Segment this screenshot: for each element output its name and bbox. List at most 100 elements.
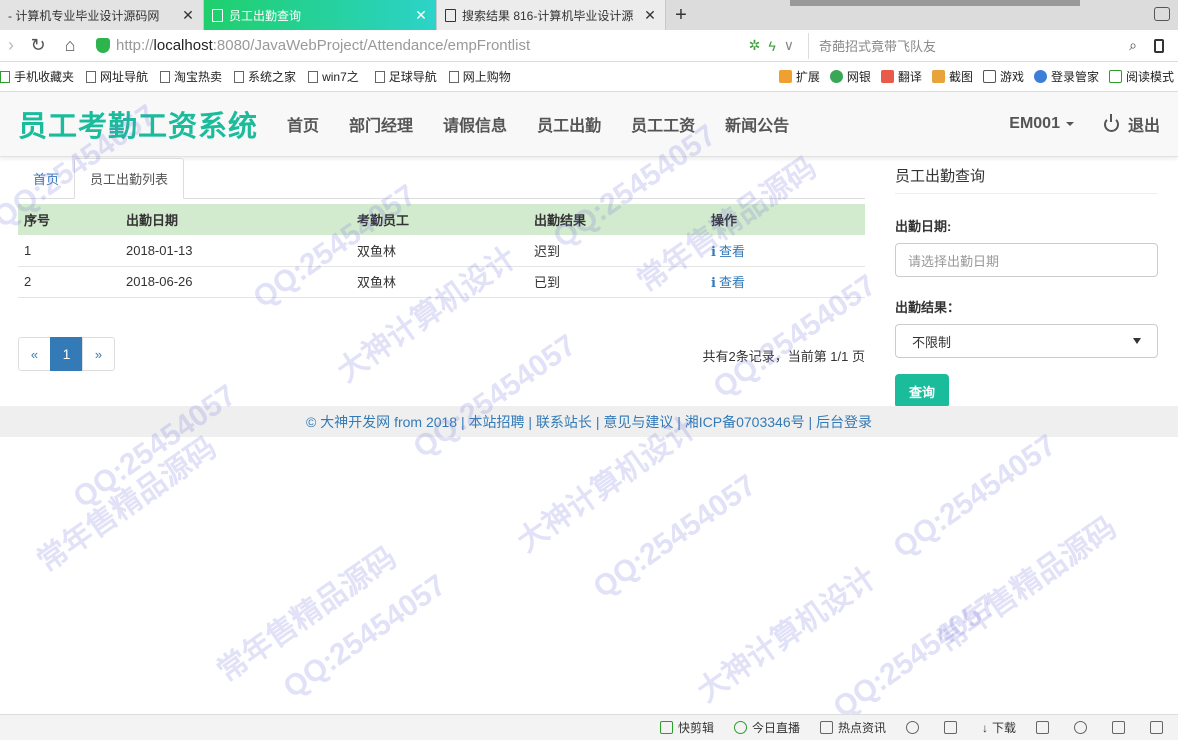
table-row: 1 2018-01-13 双鱼林 迟到 i 查看 [18, 235, 865, 267]
pin-status-icon[interactable] [943, 721, 962, 734]
page-icon [308, 70, 319, 83]
attendance-list-section: 首页 员工出勤列表 序号 出勤日期 考勤员工 出勤结果 操作 1 2018-01… [18, 157, 865, 371]
reload-icon[interactable]: ↻ [22, 30, 54, 62]
download-button[interactable]: ↓ 下载 [982, 719, 1016, 736]
crumb-current[interactable]: 员工出勤列表 [74, 158, 185, 199]
url-field[interactable]: http://localhost:8080/JavaWebProject/Att… [96, 33, 749, 59]
view-link[interactable]: i 查看 [711, 244, 745, 260]
screenshot-button[interactable]: 截图 [931, 68, 973, 85]
search-icon[interactable]: ⌕ [1118, 37, 1148, 54]
book-icon [1108, 70, 1122, 83]
translate-icon [880, 70, 894, 83]
browser-tab-2[interactable]: 员工出勤查询 ✕ [204, 0, 437, 30]
window-restore-icon[interactable] [1154, 7, 1170, 21]
logout-button[interactable]: 退出 [1103, 112, 1160, 136]
page-icon [234, 70, 245, 83]
page-1-button[interactable]: 1 [50, 337, 83, 371]
user-id: EM001 [1009, 115, 1060, 132]
watermark: QQ:25454057 [887, 428, 1063, 565]
nav-department-manager[interactable]: 部门经理 [334, 112, 428, 136]
caret-down-icon [1065, 122, 1074, 126]
cell-employee: 双鱼林 [351, 235, 528, 267]
browser-tab-bar: - 计算机专业毕业设计源码网 ✕ 员工出勤查询 ✕ 搜索结果 816-计算机毕业… [0, 0, 1178, 30]
browser-tab-title: - 计算机专业毕业设计源码网 [8, 8, 160, 23]
next-page-button[interactable]: » [82, 337, 115, 371]
document-icon [212, 8, 223, 22]
page-icon [448, 70, 459, 83]
flag-status-icon[interactable] [1036, 721, 1054, 734]
speaker-icon [1150, 721, 1163, 734]
pagination: « 1 » [18, 337, 115, 371]
scissors-icon [931, 70, 945, 83]
back-icon[interactable]: › [0, 30, 22, 62]
toolbar-tools: 扩展 网银 翻译 截图 游戏 登录管家 阅读模式 [778, 68, 1178, 85]
bookmark-item[interactable]: 系统之家 [234, 68, 296, 85]
close-icon[interactable]: ✕ [414, 7, 428, 24]
attendance-result-select[interactable]: 不限制 [895, 324, 1158, 358]
browser-tab-1[interactable]: - 计算机专业毕业设计源码网 ✕ [0, 0, 204, 30]
attendance-table: 序号 出勤日期 考勤员工 出勤结果 操作 1 2018-01-13 双鱼林 迟到… [18, 204, 865, 298]
close-icon[interactable]: ✕ [181, 7, 195, 24]
bookmark-item[interactable]: win7之 [308, 68, 359, 85]
puzzle-icon [778, 70, 792, 83]
bank-button[interactable]: 网银 [829, 68, 871, 85]
crumb-home[interactable]: 首页 [18, 158, 74, 198]
close-icon[interactable]: ✕ [643, 7, 657, 24]
nav-news[interactable]: 新闻公告 [710, 112, 804, 136]
view-link[interactable]: i 查看 [711, 275, 745, 291]
bookmark-item[interactable]: 网上购物 [448, 68, 511, 85]
translate-button[interactable]: 翻译 [880, 68, 922, 85]
games-button[interactable]: 游戏 [982, 68, 1024, 85]
browser-tab-title: 员工出勤查询 [229, 8, 302, 23]
chevron-down-icon[interactable]: ∨ [784, 37, 794, 54]
browser-tab-3[interactable]: 搜索结果 816-计算机毕业设计源 ✕ [437, 0, 666, 30]
pin-icon [943, 721, 957, 734]
extension-button[interactable]: 扩展 [778, 68, 820, 85]
play-circle-icon [733, 721, 747, 734]
news-button[interactable]: 热点资讯 [819, 719, 886, 736]
cell-result: 迟到 [528, 235, 705, 267]
page-icon [374, 70, 385, 83]
col-no: 序号 [18, 204, 120, 235]
ie-status-icon[interactable] [1074, 721, 1092, 734]
logout-label: 退出 [1127, 118, 1160, 135]
nav-home[interactable]: 首页 [272, 112, 334, 136]
nav-attendance[interactable]: 员工出勤 [522, 112, 616, 136]
live-button[interactable]: 今日直播 [733, 719, 800, 736]
cell-no: 2 [18, 266, 120, 298]
bookmark-item[interactable]: 手机收藏夹 [0, 68, 74, 85]
cell-action: i 查看 [705, 235, 865, 267]
quick-clip-button[interactable]: 快剪辑 [659, 719, 714, 736]
query-button[interactable]: 查询 [895, 374, 949, 408]
bookmark-item[interactable]: 淘宝热卖 [160, 68, 222, 85]
new-tab-button[interactable]: + [666, 0, 696, 30]
watermark: QQ:25454057 [277, 568, 453, 705]
breadcrumb-tabs: 首页 员工出勤列表 [18, 157, 865, 199]
ie-icon [1074, 721, 1087, 734]
phone-icon[interactable] [1154, 38, 1164, 53]
search-input[interactable]: 奇葩招式竟带飞队友 ⌕ [808, 32, 1148, 59]
login-manager-button[interactable]: 登录管家 [1033, 68, 1099, 85]
bookmark-item[interactable]: 足球导航 [374, 68, 437, 85]
nav-leave-info[interactable]: 请假信息 [428, 112, 522, 136]
nav-salary[interactable]: 员工工资 [616, 112, 710, 136]
shield-icon [96, 38, 110, 53]
info-icon: i [711, 244, 716, 260]
user-dropdown[interactable]: EM001 [1009, 115, 1074, 133]
brand-title[interactable]: 员工考勤工资系统 [18, 103, 258, 145]
bookmark-item[interactable]: 网址导航 [86, 68, 148, 85]
home-icon[interactable]: ⌂ [54, 30, 86, 62]
app-header: 员工考勤工资系统 首页 部门经理 请假信息 员工出勤 员工工资 新闻公告 EM0… [0, 92, 1178, 157]
page-footer[interactable]: © 大神开发网 from 2018 | 本站招聘 | 联系站长 | 意见与建议 … [0, 406, 1178, 437]
sound-status-icon[interactable] [1150, 721, 1168, 734]
refresh-status-icon[interactable] [905, 721, 924, 734]
compat-mode-icon[interactable]: ✲ [749, 37, 761, 54]
browser-tab-title: 搜索结果 816-计算机毕业设计源 [462, 8, 634, 23]
query-panel-title: 员工出勤查询 [895, 157, 1158, 194]
window-status-icon[interactable] [1112, 721, 1130, 734]
attendance-date-input[interactable]: 请选择出勤日期 [895, 243, 1158, 277]
reading-mode-button[interactable]: 阅读模式 [1108, 68, 1174, 85]
cell-result: 已到 [528, 266, 705, 298]
prev-page-button[interactable]: « [18, 337, 51, 371]
lightning-icon[interactable]: ϟ [768, 38, 775, 54]
